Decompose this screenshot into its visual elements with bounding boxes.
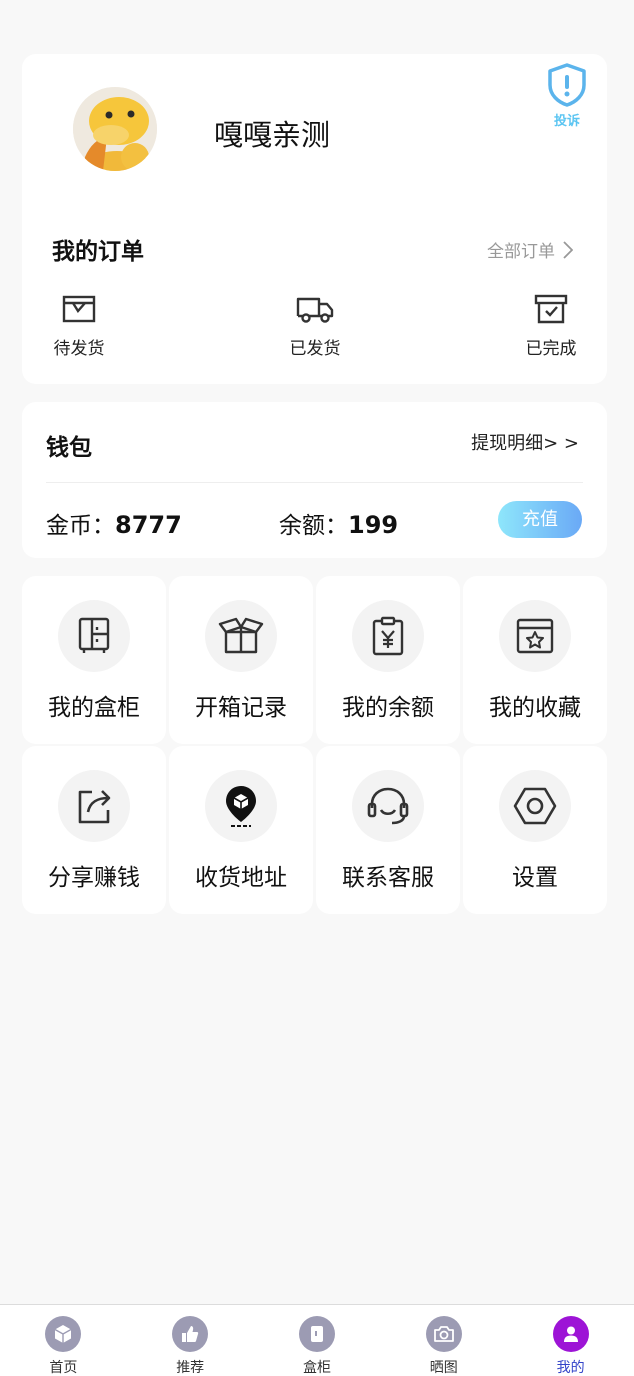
tab-label: 推荐: [176, 1360, 205, 1376]
feature-grid-row: 我的盒柜 开箱记录 我的余额 我的收藏: [22, 576, 607, 746]
balance-stat: 余额：199: [279, 506, 398, 540]
tab-icon-circle: [172, 1316, 209, 1352]
cube-icon: [55, 1325, 72, 1343]
tab-icon-circle: [298, 1316, 335, 1352]
shield-alert-icon: [548, 63, 586, 107]
cabinet-icon: [78, 617, 110, 653]
tab-icon-circle: [45, 1316, 82, 1352]
archive-check-icon: [534, 294, 568, 324]
order-shipped[interactable]: 已发货: [270, 294, 360, 359]
user-icon: [563, 1326, 578, 1342]
thumbs-up-icon: [182, 1326, 199, 1342]
icon-circle: [499, 600, 571, 672]
grid-label: 分享赚钱: [48, 865, 140, 891]
order-label: 已发货: [289, 339, 341, 359]
order-label: 待发货: [53, 339, 105, 359]
balance-label: 余额：: [279, 513, 348, 539]
feature-grid-row: 分享赚钱 收货地址 联系客服 设置: [22, 746, 607, 916]
complaint-label: 投诉: [553, 114, 580, 129]
wallet-title: 钱包: [46, 435, 92, 461]
balance-value: 199: [348, 511, 399, 539]
chevron-right-icon: [563, 240, 573, 259]
cabinet-icon: [310, 1326, 323, 1342]
tab-label: 盒柜: [302, 1360, 331, 1376]
divider: [46, 482, 583, 483]
bottom-tab-bar: 首页 推荐 盒柜 晒图 我的: [0, 1304, 634, 1376]
star-box-icon: [516, 618, 554, 654]
order-label: 已完成: [525, 339, 577, 359]
tab-label: 我的: [556, 1360, 585, 1376]
grid-label: 我的收藏: [489, 695, 581, 721]
grid-label: 联系客服: [342, 865, 434, 891]
yen-clipboard-icon: [372, 616, 404, 656]
tab-icon-circle: [425, 1316, 462, 1352]
icon-circle: [205, 770, 277, 842]
grid-item-share-earn[interactable]: 分享赚钱: [22, 746, 166, 914]
tab-photos[interactable]: 晒图: [380, 1305, 507, 1376]
grid-label: 设置: [512, 865, 558, 891]
tab-label: 首页: [49, 1360, 78, 1376]
wallet-card: 钱包 提现明细> > 金币：8777 余额：199 充值: [22, 402, 607, 558]
orders-title: 我的订单: [52, 239, 144, 265]
icon-circle: [352, 600, 424, 672]
grid-label: 我的余额: [342, 695, 434, 721]
dinosaur-avatar-image: [73, 87, 157, 171]
username: 嘎嘎亲测: [214, 118, 331, 152]
grid-item-my-favorites[interactable]: 我的收藏: [463, 576, 607, 744]
profile-card: 嘎嘎亲测 投诉 我的订单 全部订单 待发货 已发货 已完成: [22, 54, 607, 384]
grid-item-customer-service[interactable]: 联系客服: [316, 746, 460, 914]
tab-home[interactable]: 首页: [0, 1305, 127, 1376]
location-pin-icon: [226, 786, 256, 827]
grid-item-settings[interactable]: 设置: [463, 746, 607, 914]
icon-circle: [499, 770, 571, 842]
tab-recommend[interactable]: 推荐: [127, 1305, 254, 1376]
coins-label: 金币：: [46, 513, 115, 539]
share-icon: [78, 790, 111, 824]
hexagon-settings-icon: [513, 787, 557, 825]
truck-icon: [296, 297, 334, 323]
all-orders-link[interactable]: 全部订单: [487, 237, 573, 262]
coins-value: 8777: [115, 511, 182, 539]
order-completed[interactable]: 已完成: [506, 294, 596, 359]
recharge-button[interactable]: 充值: [498, 501, 582, 538]
tab-label: 晒图: [429, 1360, 458, 1376]
package-box-icon: [62, 295, 96, 323]
tab-mine[interactable]: 我的: [507, 1305, 634, 1376]
icon-circle: [352, 770, 424, 842]
complaint-button[interactable]: 投诉: [545, 62, 589, 129]
grid-item-shipping-address[interactable]: 收货地址: [169, 746, 313, 914]
icon-circle: [58, 770, 130, 842]
open-box-icon: [218, 617, 264, 654]
coins-stat: 金币：8777: [46, 506, 182, 540]
grid-label: 我的盒柜: [48, 695, 140, 721]
tab-icon-circle: [552, 1316, 589, 1352]
grid-item-my-cabinet[interactable]: 我的盒柜: [22, 576, 166, 744]
camera-icon: [433, 1326, 454, 1342]
withdraw-details-link[interactable]: 提现明细> >: [471, 429, 579, 455]
grid-item-open-box-records[interactable]: 开箱记录: [169, 576, 313, 744]
grid-label: 收货地址: [195, 865, 287, 891]
order-pending-shipment[interactable]: 待发货: [34, 294, 124, 359]
grid-label: 开箱记录: [195, 695, 287, 721]
headset-icon: [367, 787, 409, 825]
icon-circle: [58, 600, 130, 672]
avatar[interactable]: [73, 87, 157, 171]
tab-cabinet[interactable]: 盒柜: [254, 1305, 381, 1376]
grid-item-my-balance[interactable]: 我的余额: [316, 576, 460, 744]
icon-circle: [205, 600, 277, 672]
all-orders-label: 全部订单: [487, 242, 555, 262]
